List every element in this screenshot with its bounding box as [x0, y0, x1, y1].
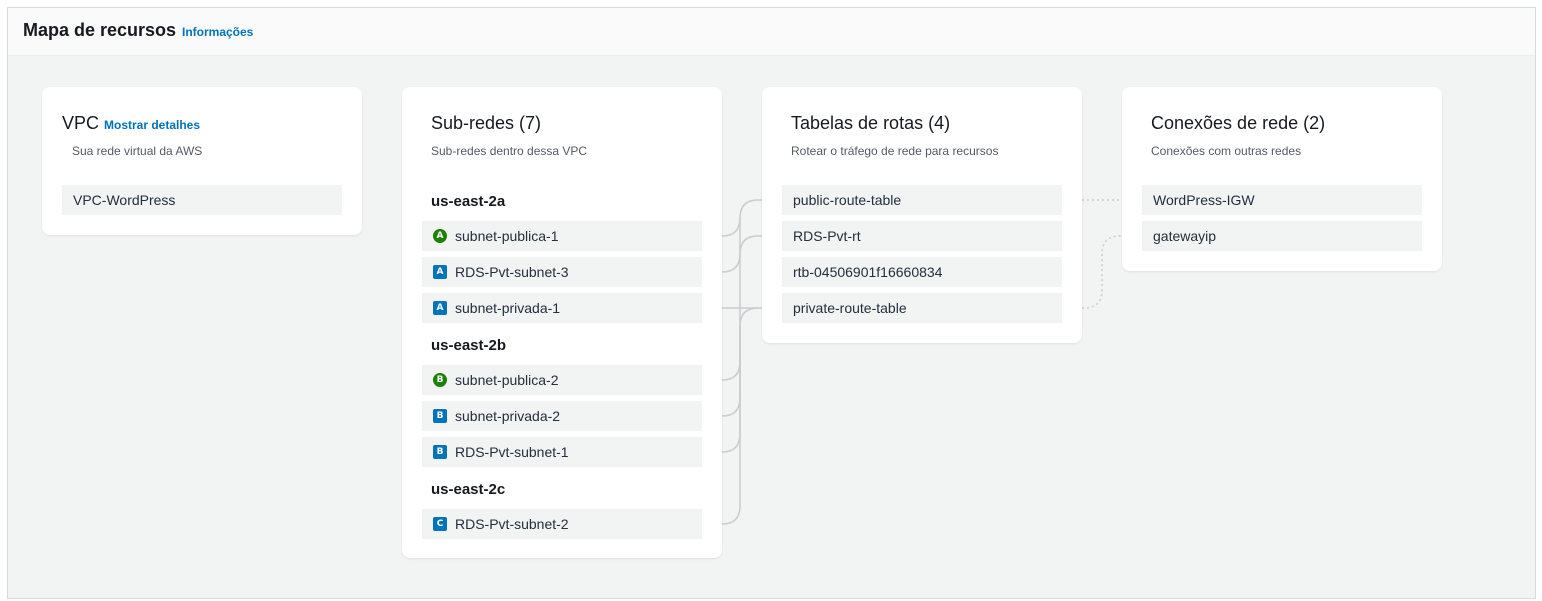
vpc-card-subtitle: Sua rede virtual da AWS: [72, 144, 203, 158]
private-subnet-badge-icon: C: [433, 517, 447, 531]
az-label-us-east-2b: us-east-2b: [431, 337, 507, 354]
private-subnet-badge-icon: B: [433, 445, 447, 459]
subnet-label: RDS-Pvt-subnet-3: [455, 264, 569, 280]
route-tables-card-subtitle: Rotear o tráfego de rede para recursos: [791, 144, 999, 158]
subnet-item[interactable]: C RDS-Pvt-subnet-2: [422, 509, 702, 539]
network-connections-card-subtitle: Conexões com outras redes: [1151, 144, 1302, 158]
private-subnet-badge-icon: A: [433, 265, 447, 279]
show-details-link[interactable]: Mostrar detalhes: [104, 118, 200, 132]
route-table-item[interactable]: public-route-table: [782, 185, 1062, 215]
route-tables-card: Tabelas de rotas (4) Rotear o tráfego de…: [762, 87, 1082, 343]
network-connection-item[interactable]: WordPress-IGW: [1142, 185, 1422, 215]
route-table-item[interactable]: private-route-table: [782, 293, 1062, 323]
subnet-item[interactable]: B subnet-privada-2: [422, 401, 702, 431]
private-subnet-badge-icon: A: [433, 301, 447, 315]
subnets-card-subtitle: Sub-redes dentro dessa VPC: [431, 144, 588, 158]
subnet-label: subnet-publica-2: [455, 372, 559, 388]
az-label-us-east-2c: us-east-2c: [431, 481, 506, 498]
subnet-item[interactable]: A subnet-privada-1: [422, 293, 702, 323]
vpc-card: VPC Mostrar detalhes Sua rede virtual da…: [42, 87, 362, 235]
network-connection-item[interactable]: gatewayip: [1142, 221, 1422, 251]
subnets-card-title: Sub-redes (7): [431, 113, 542, 133]
vpc-card-title: VPC: [62, 113, 100, 133]
subnet-label: subnet-privada-1: [455, 300, 561, 316]
route-tables-card-title: Tabelas de rotas (4): [791, 113, 951, 133]
panel-title: Mapa de recursos: [23, 20, 177, 40]
public-subnet-badge-icon: A: [433, 229, 447, 243]
panel-header: Mapa de recursos Informações: [8, 8, 1535, 56]
subnet-item[interactable]: B RDS-Pvt-subnet-1: [422, 437, 702, 467]
subnet-item[interactable]: B subnet-publica-2: [422, 365, 702, 395]
az-label-us-east-2a: us-east-2a: [431, 193, 506, 210]
public-subnet-badge-icon: B: [433, 373, 447, 387]
vpc-item[interactable]: VPC-WordPress: [62, 185, 342, 215]
route-table-item[interactable]: rtb-04506901f16660834: [782, 257, 1062, 287]
network-connections-card-title: Conexões de rede (2): [1151, 113, 1326, 133]
subnet-label: subnet-publica-1: [455, 228, 559, 244]
subnet-item[interactable]: A subnet-publica-1: [422, 221, 702, 251]
network-connections-card: Conexões de rede (2) Conexões com outras…: [1122, 87, 1442, 271]
private-subnet-badge-icon: B: [433, 409, 447, 423]
subnet-label: RDS-Pvt-subnet-2: [455, 516, 569, 532]
route-table-item[interactable]: RDS-Pvt-rt: [782, 221, 1062, 251]
info-link[interactable]: Informações: [182, 25, 253, 39]
subnet-label: RDS-Pvt-subnet-1: [455, 444, 569, 460]
subnet-item[interactable]: A RDS-Pvt-subnet-3: [422, 257, 702, 287]
subnets-card: Sub-redes (7) Sub-redes dentro dessa VPC…: [402, 87, 722, 558]
subnet-label: subnet-privada-2: [455, 408, 561, 424]
